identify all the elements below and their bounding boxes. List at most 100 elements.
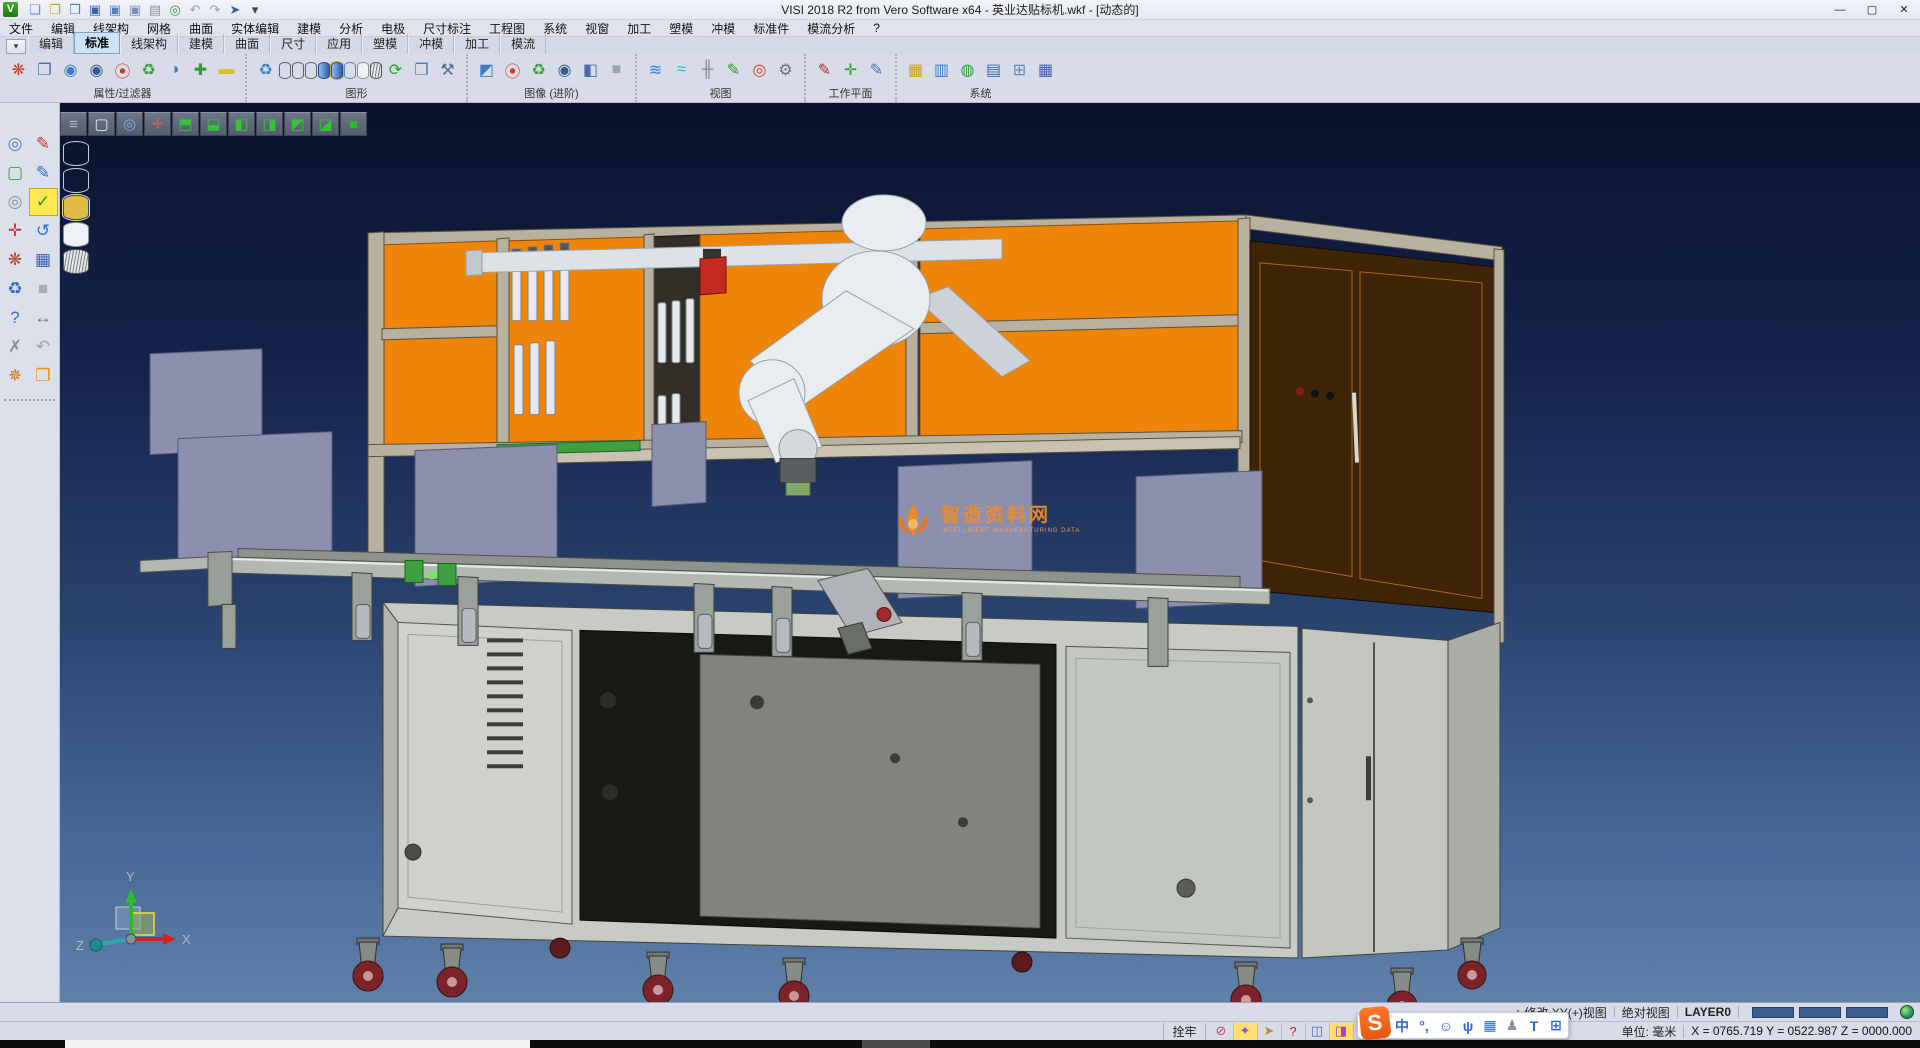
ime-person-icon[interactable]: ♟: [1502, 1016, 1522, 1036]
render-wireframe-icon[interactable]: [279, 62, 291, 79]
view-back-icon[interactable]: ◪: [312, 112, 339, 136]
electrical-cabinet[interactable]: [1250, 241, 1504, 645]
workplane-axes-icon[interactable]: ✛: [838, 56, 863, 84]
mode-flat-icon[interactable]: [63, 222, 89, 247]
menu-mould[interactable]: 塑模: [660, 20, 702, 37]
render-dashed-icon[interactable]: [305, 62, 317, 79]
system-globe-tools-icon[interactable]: ◍: [955, 56, 980, 84]
options-wheel-icon[interactable]: ✵: [2, 363, 29, 389]
save-all-icon[interactable]: ▣: [126, 1, 144, 18]
visi-logo-icon[interactable]: V: [3, 2, 18, 17]
image-cube-icon[interactable]: ■: [604, 56, 629, 84]
ime-toolbox-icon[interactable]: ⊞: [1546, 1016, 1566, 1036]
render-hidden-line-icon[interactable]: [292, 62, 304, 79]
tab-edit[interactable]: 编辑: [28, 34, 74, 54]
view-left-icon[interactable]: ◧: [228, 112, 255, 136]
render-translucent-icon[interactable]: [344, 62, 356, 79]
visibility-remove-icon[interactable]: ◉: [84, 56, 109, 84]
system-keypad-icon[interactable]: ▦: [1033, 56, 1058, 84]
mode-shaded-icon[interactable]: [63, 195, 89, 220]
ime-keyboard-icon[interactable]: ▦: [1480, 1016, 1500, 1036]
filter-traffic-light-icon[interactable]: ⦿: [110, 56, 135, 84]
tab-modeling[interactable]: 建模: [178, 34, 224, 54]
menu-window[interactable]: 视窗: [576, 20, 618, 37]
close-button[interactable]: ✕: [1888, 0, 1920, 19]
filter-minus-icon[interactable]: ▬: [214, 56, 239, 84]
attribute-page-icon[interactable]: ❐: [32, 56, 57, 84]
ime-skin-icon[interactable]: T: [1524, 1016, 1544, 1036]
snap-disable-icon[interactable]: ⊘: [1210, 1023, 1234, 1040]
layer-indicator[interactable]: LAYER0: [1685, 1005, 1731, 1019]
view-front-icon[interactable]: ◩: [284, 112, 311, 136]
erase-pencil-icon[interactable]: ✎: [30, 131, 57, 157]
measure-icon[interactable]: ↔: [30, 305, 57, 331]
view-refresh-icon[interactable]: ≋: [643, 56, 668, 84]
menu-machining[interactable]: 加工: [618, 20, 660, 37]
filter-plus-icon[interactable]: ✚: [188, 56, 213, 84]
image-traffic-light-icon[interactable]: ⦿: [500, 56, 525, 84]
zoom-fit-icon[interactable]: ▢: [88, 112, 115, 136]
taskbar-segment[interactable]: [862, 1040, 930, 1048]
pin-icon[interactable]: ➤: [226, 1, 244, 18]
open-folder-icon[interactable]: ❐: [30, 363, 57, 389]
visibility-toggle-icon[interactable]: ◑: [162, 56, 187, 84]
ime-mic-icon[interactable]: ψ: [1458, 1016, 1478, 1036]
3d-viewport[interactable]: ≡▢◎✛⬒⬓◧◨◩◪■ 智造资料网 INTELLIGENT MANUFACTUR…: [60, 103, 1920, 1002]
view-settings-icon[interactable]: ⚙: [773, 56, 798, 84]
mode-wireframe-icon[interactable]: [63, 141, 89, 166]
view-top-icon[interactable]: ⬒: [172, 112, 199, 136]
system-grid-pick-icon[interactable]: ⊞: [1007, 56, 1032, 84]
undo-gray-icon[interactable]: ↶: [30, 334, 57, 360]
tab-machining[interactable]: 加工: [454, 34, 500, 54]
toolbar-options-dropdown[interactable]: ▾: [6, 39, 26, 54]
confirm-check-icon[interactable]: ✓: [30, 189, 57, 215]
preview-icon[interactable]: ◎: [166, 1, 184, 18]
tab-mould[interactable]: 塑模: [362, 34, 408, 54]
sogou-logo-icon[interactable]: S: [1358, 1006, 1391, 1041]
system-display-icon[interactable]: ▥: [929, 56, 954, 84]
render-shaded-icon[interactable]: [318, 62, 330, 79]
view-right-icon[interactable]: ◨: [256, 112, 283, 136]
machine-3d-model[interactable]: [60, 103, 1920, 1002]
import-file-icon[interactable]: ❒: [66, 1, 84, 18]
window-tiles-icon[interactable]: ▦: [30, 247, 57, 273]
print-icon[interactable]: ▤: [146, 1, 164, 18]
attribute-brush-icon[interactable]: ❋: [2, 247, 29, 273]
regenerate-icon[interactable]: ♻: [253, 56, 278, 84]
ime-lang-icon[interactable]: 中: [1392, 1016, 1412, 1036]
layer-swatch-1-icon[interactable]: [1752, 1007, 1794, 1018]
menu-die[interactable]: 冲模: [702, 20, 744, 37]
menu-standard-parts[interactable]: 标准件: [744, 20, 798, 37]
view-menu-icon[interactable]: ≡: [60, 112, 87, 136]
open-file-icon[interactable]: ❐: [46, 1, 64, 18]
shade-copy-icon[interactable]: ❐: [409, 56, 434, 84]
sketch-curve-icon[interactable]: ✎: [30, 160, 57, 186]
maximize-button[interactable]: ▢: [1856, 0, 1888, 19]
visibility-refresh-icon[interactable]: ♻: [136, 56, 161, 84]
render-hatched-icon[interactable]: [370, 62, 382, 79]
menu-help[interactable]: ?: [864, 21, 889, 35]
visibility-add-icon[interactable]: ◉: [58, 56, 83, 84]
ucs-axes-icon[interactable]: ✛: [2, 218, 29, 244]
view-isometric-icon[interactable]: ■: [340, 112, 367, 136]
shade-dynamic-icon[interactable]: ⟳: [383, 56, 408, 84]
render-flat-icon[interactable]: [357, 62, 369, 79]
workplane-box-icon[interactable]: ◨: [1330, 1023, 1354, 1040]
delete-icon[interactable]: ✗: [2, 334, 29, 360]
view-axonometric-icon[interactable]: ✛: [144, 112, 171, 136]
view-sketch-icon[interactable]: ✎: [721, 56, 746, 84]
right-lower-cabinet[interactable]: [1302, 622, 1500, 958]
image-refresh-icon[interactable]: ♻: [526, 56, 551, 84]
solid-preview-icon[interactable]: ■: [30, 276, 57, 302]
tab-surface[interactable]: 曲面: [224, 34, 270, 54]
workplane-align-icon[interactable]: ✎: [864, 56, 889, 84]
lock-toggle[interactable]: 拴牢: [1163, 1023, 1205, 1040]
absolute-view-label[interactable]: 绝对视图: [1622, 1004, 1670, 1021]
tab-standard[interactable]: 标准: [74, 32, 120, 54]
sketch-rotate-icon[interactable]: ↺: [30, 218, 57, 244]
tab-flow[interactable]: 模流: [500, 34, 546, 54]
qat-dropdown-icon[interactable]: ▾: [246, 1, 264, 18]
tab-wireframe[interactable]: 线架构: [120, 34, 178, 54]
tab-dimension[interactable]: 尺寸: [270, 34, 316, 54]
image-add-view-icon[interactable]: ◩: [474, 56, 499, 84]
